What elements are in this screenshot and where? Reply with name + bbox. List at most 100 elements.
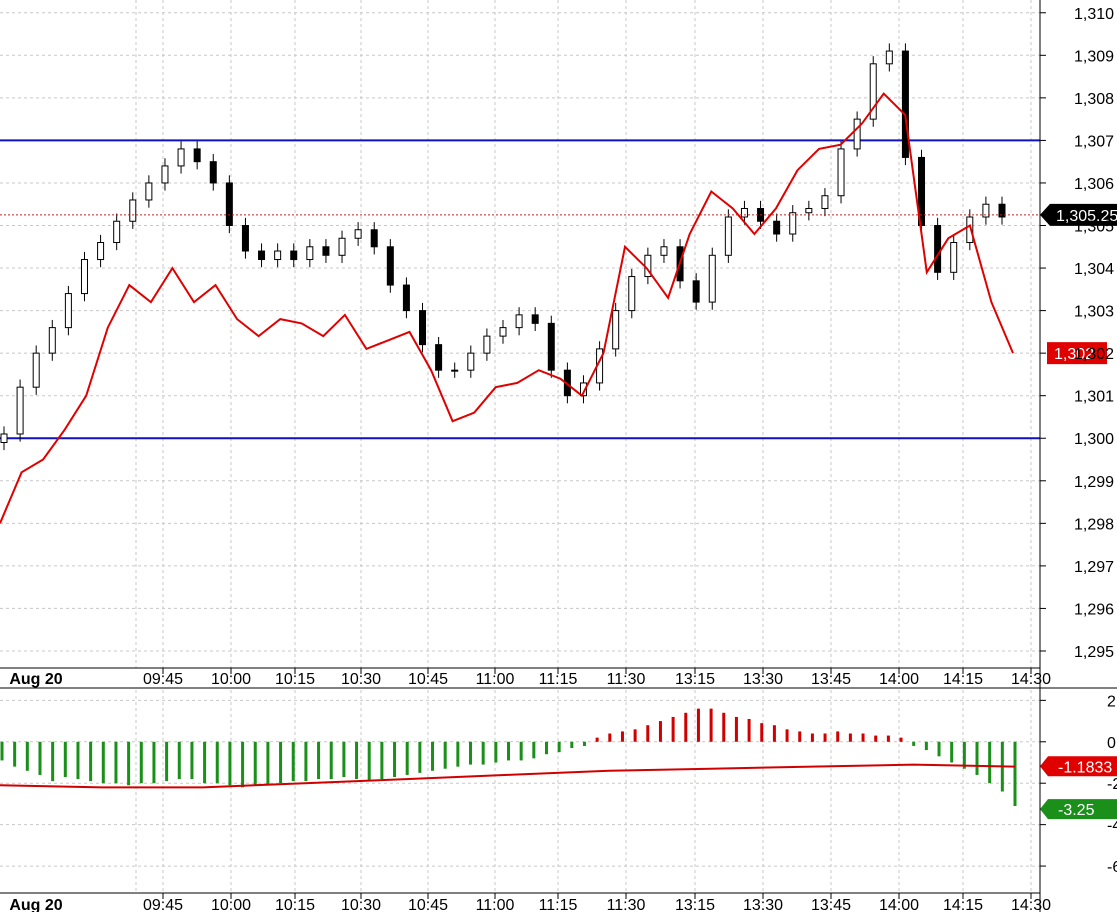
xtick-label: 14:30 bbox=[1011, 671, 1051, 688]
candle-body bbox=[241, 225, 249, 252]
candle-body bbox=[402, 284, 410, 312]
histogram-bar bbox=[38, 741, 42, 775]
candle-body bbox=[354, 229, 362, 239]
candle-body bbox=[724, 216, 732, 256]
histogram-bar bbox=[139, 741, 143, 784]
xtick-label: 10:00 bbox=[211, 671, 251, 688]
xtick-label: 10:45 bbox=[408, 671, 448, 688]
candle-body bbox=[193, 148, 201, 163]
histogram-bar bbox=[722, 712, 726, 742]
histogram-bar bbox=[63, 741, 67, 777]
histogram-bar bbox=[101, 741, 105, 784]
candle-body bbox=[531, 314, 539, 324]
date-label: Aug 20 bbox=[9, 671, 62, 688]
candle-body bbox=[338, 237, 346, 256]
histogram-bar bbox=[532, 741, 536, 759]
histogram-bar bbox=[431, 741, 435, 771]
trading-chart: 1,305.251,302-1.1833-3.251,3101,3091,308… bbox=[0, 0, 1117, 912]
histogram-bar bbox=[418, 741, 422, 773]
candle-body bbox=[821, 195, 829, 209]
xtick-label: 11:15 bbox=[539, 671, 578, 688]
histogram-bar bbox=[570, 741, 574, 748]
candle-body bbox=[789, 212, 797, 235]
candle-body bbox=[0, 433, 8, 443]
histogram-bar bbox=[469, 741, 473, 765]
price-ytick-label: 1,298 bbox=[1074, 516, 1114, 533]
candle-body bbox=[370, 229, 378, 248]
histogram-bar bbox=[747, 719, 751, 742]
price-ytick-label: 1,303 bbox=[1074, 304, 1114, 321]
candle-body bbox=[48, 327, 56, 354]
xtick-label: 11:30 bbox=[607, 897, 646, 912]
histogram-bar bbox=[798, 731, 802, 742]
histogram-bar bbox=[544, 741, 548, 755]
candle-body bbox=[773, 220, 781, 235]
histogram-bar bbox=[950, 741, 954, 763]
candle-body bbox=[837, 148, 845, 197]
price-ytick-label: 1,301 bbox=[1074, 389, 1114, 406]
xtick-label: 10:30 bbox=[341, 671, 381, 688]
osc-ytick-label: -6 bbox=[1107, 859, 1117, 876]
price-ytick-label: 1,304 bbox=[1074, 261, 1114, 278]
histogram-bar bbox=[279, 741, 283, 784]
candle-body bbox=[419, 310, 427, 346]
histogram-bar bbox=[190, 741, 194, 780]
oscillator-signal-line bbox=[0, 763, 1016, 789]
histogram-bar bbox=[507, 741, 510, 761]
histogram-bar bbox=[114, 741, 118, 784]
histogram-bar bbox=[899, 737, 903, 742]
histogram-bar bbox=[317, 741, 321, 780]
histogram-bar bbox=[127, 741, 131, 786]
xtick-label: 14:00 bbox=[879, 897, 919, 912]
histogram-bar bbox=[76, 741, 80, 780]
price-ytick-label: 1,296 bbox=[1074, 601, 1114, 618]
price-ytick-label: 1,306 bbox=[1074, 176, 1114, 193]
histogram-bar bbox=[228, 741, 232, 786]
xtick-label: 13:45 bbox=[811, 671, 851, 688]
candle-body bbox=[547, 322, 555, 371]
histogram-bar bbox=[342, 741, 346, 777]
candle-body bbox=[692, 280, 700, 303]
candle-body bbox=[322, 246, 330, 256]
histogram-bar bbox=[380, 741, 384, 780]
histogram-bar bbox=[595, 737, 599, 742]
candle-body bbox=[435, 344, 443, 371]
candle-body bbox=[209, 161, 217, 184]
histogram-bar bbox=[266, 741, 270, 786]
candle-body bbox=[129, 199, 137, 222]
candle-body bbox=[885, 50, 893, 65]
candle-body bbox=[274, 250, 282, 261]
xtick-label: 13:15 bbox=[675, 671, 715, 688]
histogram-bar bbox=[253, 741, 257, 786]
histogram-bar bbox=[152, 741, 156, 784]
histogram-bar bbox=[304, 741, 308, 782]
histogram-bar bbox=[443, 741, 447, 769]
xtick-label: 14:15 bbox=[943, 897, 983, 912]
price-ytick-label: 1,297 bbox=[1074, 559, 1114, 576]
xtick-label: 13:30 bbox=[743, 897, 783, 912]
oscillator-value-label: -3.25 bbox=[1058, 802, 1095, 819]
date-label: Aug 20 bbox=[9, 897, 62, 912]
price-ytick-label: 1,299 bbox=[1074, 474, 1114, 491]
candle-body bbox=[145, 182, 153, 201]
histogram-bar bbox=[823, 733, 827, 742]
histogram-bar bbox=[329, 741, 333, 780]
histogram-bar bbox=[367, 741, 371, 782]
histogram-bar bbox=[988, 741, 992, 784]
xtick-label: 14:30 bbox=[1011, 897, 1051, 912]
histogram-bar bbox=[481, 741, 485, 765]
price-ytick-label: 1,310 bbox=[1074, 6, 1114, 23]
candle-body bbox=[64, 293, 72, 329]
xtick-label: 11:30 bbox=[607, 671, 646, 688]
overlay-line bbox=[0, 92, 1014, 524]
candle-body bbox=[113, 220, 121, 244]
xtick-label: 09:45 bbox=[143, 671, 183, 688]
xtick-label: 10:15 bbox=[275, 671, 315, 688]
xtick-label: 11:00 bbox=[476, 671, 515, 688]
histogram-bar bbox=[405, 741, 409, 775]
osc-ytick-label: -2 bbox=[1107, 776, 1117, 793]
candle-body bbox=[467, 352, 475, 371]
histogram-bar bbox=[608, 733, 612, 742]
candle-body bbox=[225, 182, 233, 227]
histogram-bar bbox=[924, 741, 928, 751]
